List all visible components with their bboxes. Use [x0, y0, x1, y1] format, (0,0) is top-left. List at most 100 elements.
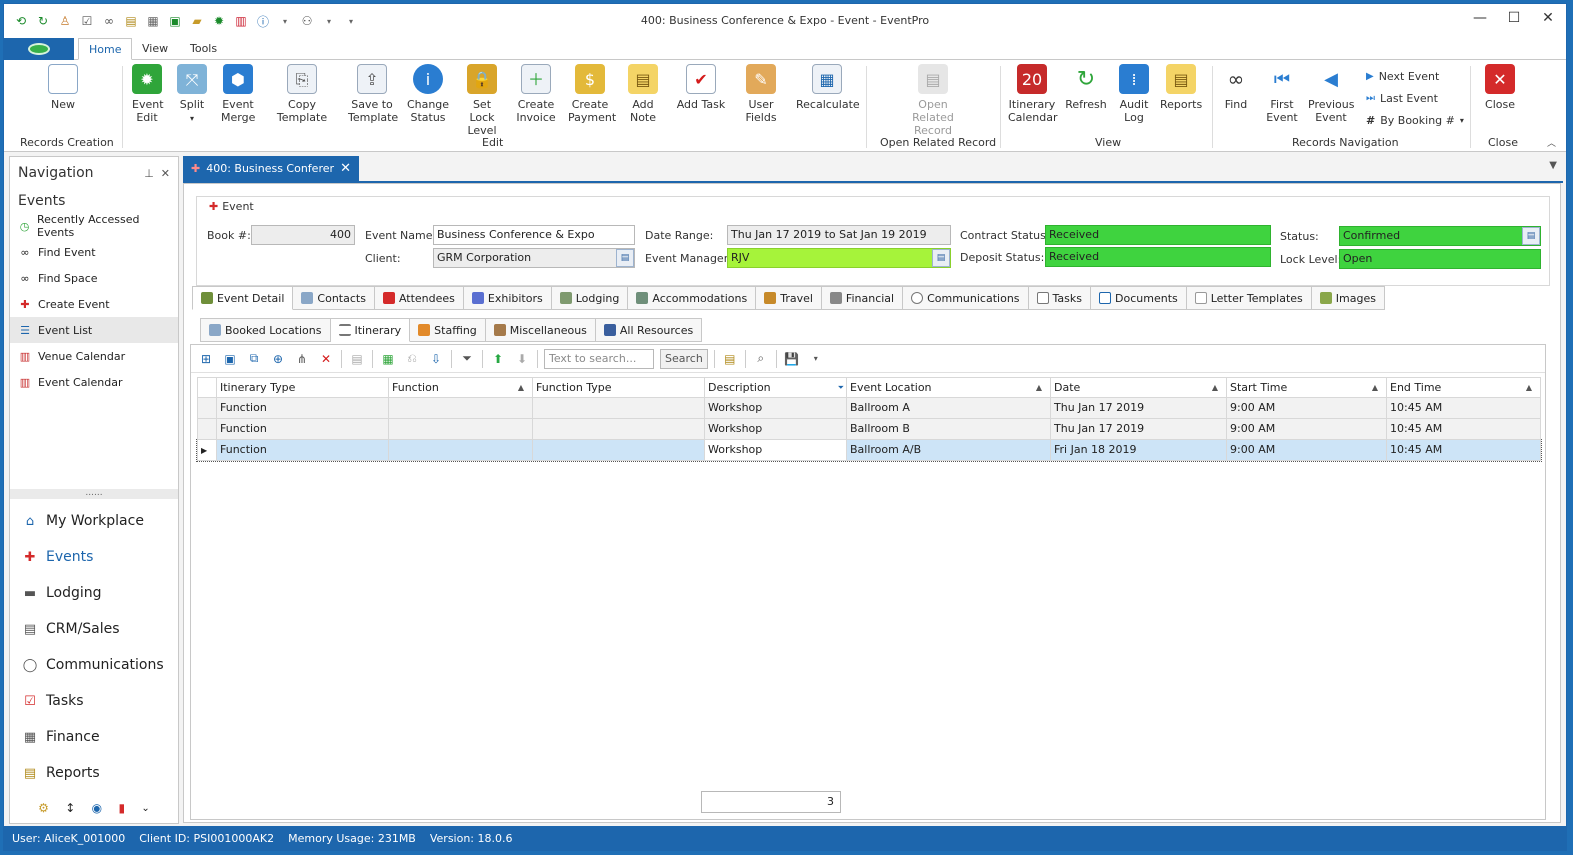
- module-finance[interactable]: ▦ Finance: [10, 719, 178, 755]
- table-cell[interactable]: [533, 440, 705, 461]
- pane-splitter[interactable]: ......: [10, 489, 178, 499]
- event-edit-button[interactable]: ✹ Event Edit: [128, 64, 166, 124]
- change-status-button[interactable]: i Change Status: [406, 64, 450, 124]
- nav-item-event-calendar[interactable]: ▥ Event Calendar: [10, 369, 178, 395]
- table-row-selected[interactable]: ▶ Function Workshop Ballroom A/B Fri Jan…: [196, 439, 1542, 462]
- module-reports[interactable]: ▤ Reports: [10, 755, 178, 791]
- column-header[interactable]: Start Time ▲: [1227, 377, 1387, 398]
- table-cell[interactable]: 10:45 AM: [1387, 398, 1541, 419]
- task-icon[interactable]: ☑: [78, 12, 96, 30]
- import-icon[interactable]: ⇩: [427, 350, 445, 368]
- client-lookup-button[interactable]: ▤: [616, 249, 634, 267]
- table-cell[interactable]: Ballroom A/B: [847, 440, 1051, 461]
- module-lodging[interactable]: ▬ Lodging: [10, 575, 178, 611]
- tab-images[interactable]: Images: [1311, 286, 1385, 310]
- notes-icon[interactable]: ▤: [721, 350, 739, 368]
- add-note-button[interactable]: ▤ Add Note: [618, 64, 668, 124]
- refresh-icon[interactable]: ↻: [34, 12, 52, 30]
- table-cell[interactable]: Function: [217, 440, 389, 461]
- audit-log-button[interactable]: ⁞ Audit Log: [1116, 64, 1152, 124]
- save-icon[interactable]: 💾: [783, 350, 801, 368]
- print-icon[interactable]: ▤: [348, 350, 366, 368]
- column-header[interactable]: Function ▲: [389, 377, 533, 398]
- chevron-down-icon[interactable]: ▼: [1549, 160, 1557, 171]
- nav-item-venue-calendar[interactable]: ▥ Venue Calendar: [10, 343, 178, 369]
- column-header[interactable]: End Time ▲: [1387, 377, 1541, 398]
- calendar-icon[interactable]: ▥: [232, 12, 250, 30]
- table-row[interactable]: Function Workshop Ballroom B Thu Jan 17 …: [197, 419, 1541, 440]
- close-icon[interactable]: ✕: [161, 167, 170, 180]
- table-cell[interactable]: [389, 419, 533, 440]
- layout-icon[interactable]: ▦: [379, 350, 397, 368]
- last-event-button[interactable]: ⏭ Last Event: [1366, 92, 1438, 105]
- previous-event-button[interactable]: ◀ Previous Event: [1308, 64, 1355, 124]
- chart-icon[interactable]: ▮: [118, 801, 125, 815]
- tab-financial[interactable]: Financial: [821, 286, 904, 310]
- tab-contacts[interactable]: Contacts: [293, 286, 375, 310]
- note-icon[interactable]: ▤: [122, 12, 140, 30]
- date-range-field[interactable]: Thu Jan 17 2019 to Sat Jan 19 2019: [727, 225, 951, 245]
- chevron-down-icon[interactable]: ▾: [276, 12, 294, 30]
- find-button[interactable]: ∞ Find: [1218, 64, 1254, 111]
- sort-icon[interactable]: ↕: [65, 801, 75, 815]
- recalculate-button[interactable]: ▦ Recalculate: [796, 64, 860, 111]
- table-cell-focused[interactable]: Workshop: [705, 440, 847, 461]
- module-crm-sales[interactable]: ▤ CRM/Sales: [10, 611, 178, 647]
- maximize-button[interactable]: ☐: [1502, 10, 1526, 26]
- tab-staffing[interactable]: Staffing: [410, 318, 486, 342]
- row-indicator[interactable]: ▶: [197, 440, 217, 461]
- tab-event-detail[interactable]: Event Detail: [192, 286, 294, 310]
- filter-icon[interactable]: ⏷: [458, 350, 476, 368]
- table-cell[interactable]: Workshop: [705, 398, 847, 419]
- row-indicator[interactable]: [197, 398, 217, 419]
- table-cell[interactable]: Ballroom A: [847, 398, 1051, 419]
- down-arrow-icon[interactable]: ⬇: [513, 350, 531, 368]
- table-cell[interactable]: Ballroom B: [847, 419, 1051, 440]
- chevron-down-icon[interactable]: ▾: [320, 12, 338, 30]
- event-merge-button[interactable]: ⬢ Event Merge: [218, 64, 258, 124]
- split-button[interactable]: ⤧ Split ▾: [174, 64, 210, 125]
- tab-tasks[interactable]: Tasks: [1028, 286, 1092, 310]
- table-cell[interactable]: 10:45 AM: [1387, 440, 1541, 461]
- create-invoice-button[interactable]: ＋ Create Invoice: [514, 64, 558, 124]
- table-cell[interactable]: Function: [217, 419, 389, 440]
- export-icon[interactable]: ▣: [166, 12, 184, 30]
- tab-attendees[interactable]: Attendees: [374, 286, 464, 310]
- document-tab[interactable]: ✚ 400: Business Conferer ✕: [183, 156, 359, 181]
- tab-booked-locations[interactable]: Booked Locations: [200, 318, 331, 342]
- close-window-button[interactable]: ✕: [1536, 10, 1560, 26]
- link-icon[interactable]: ⋔: [293, 350, 311, 368]
- new-button[interactable]: New: [42, 64, 84, 111]
- gear-icon[interactable]: ✹: [210, 12, 228, 30]
- table-cell[interactable]: 10:45 AM: [1387, 419, 1541, 440]
- table-cell[interactable]: Function: [217, 398, 389, 419]
- table-cell[interactable]: Thu Jan 17 2019: [1051, 419, 1227, 440]
- search-input[interactable]: Text to search...: [544, 348, 654, 369]
- add-multiple-icon[interactable]: ⊕: [269, 350, 287, 368]
- info-icon[interactable]: ⓘ: [254, 12, 272, 30]
- by-booking-button[interactable]: # By Booking # ▾: [1366, 114, 1464, 127]
- itinerary-calendar-button[interactable]: 20 Itinerary Calendar: [1008, 64, 1057, 124]
- deposit-status-field[interactable]: Received: [1045, 247, 1271, 267]
- event-manager-field[interactable]: RJV: [727, 248, 951, 268]
- status-lookup-button[interactable]: ▤: [1522, 227, 1540, 245]
- reports-button[interactable]: ▤ Reports: [1160, 64, 1202, 111]
- tab-accommodations[interactable]: Accommodations: [628, 286, 757, 310]
- find-icon[interactable]: ∞: [100, 12, 118, 30]
- tab-miscellaneous[interactable]: Miscellaneous: [485, 318, 596, 342]
- copy-template-button[interactable]: ⎘ Copy Template: [264, 64, 340, 124]
- add-icon[interactable]: ⊞: [197, 350, 215, 368]
- setup-icon[interactable]: ⚙: [38, 801, 49, 815]
- table-cell[interactable]: [533, 419, 705, 440]
- refresh-button[interactable]: ↻ Refresh: [1064, 64, 1108, 111]
- client-field[interactable]: GRM Corporation: [433, 248, 635, 268]
- column-header[interactable]: Description ⏷: [705, 377, 847, 398]
- add-task-button[interactable]: ✔ Add Task: [676, 64, 726, 111]
- event-name-field[interactable]: Business Conference & Expo: [433, 225, 635, 245]
- chevron-down-icon[interactable]: ⌄: [141, 803, 149, 814]
- table-cell[interactable]: 9:00 AM: [1227, 419, 1387, 440]
- save-to-template-button[interactable]: ⇪ Save to Template: [348, 64, 398, 124]
- tab-exhibitors[interactable]: Exhibitors: [463, 286, 552, 310]
- create-payment-button[interactable]: $ Create Payment: [566, 64, 616, 124]
- find-icon[interactable]: ⌕: [752, 350, 770, 368]
